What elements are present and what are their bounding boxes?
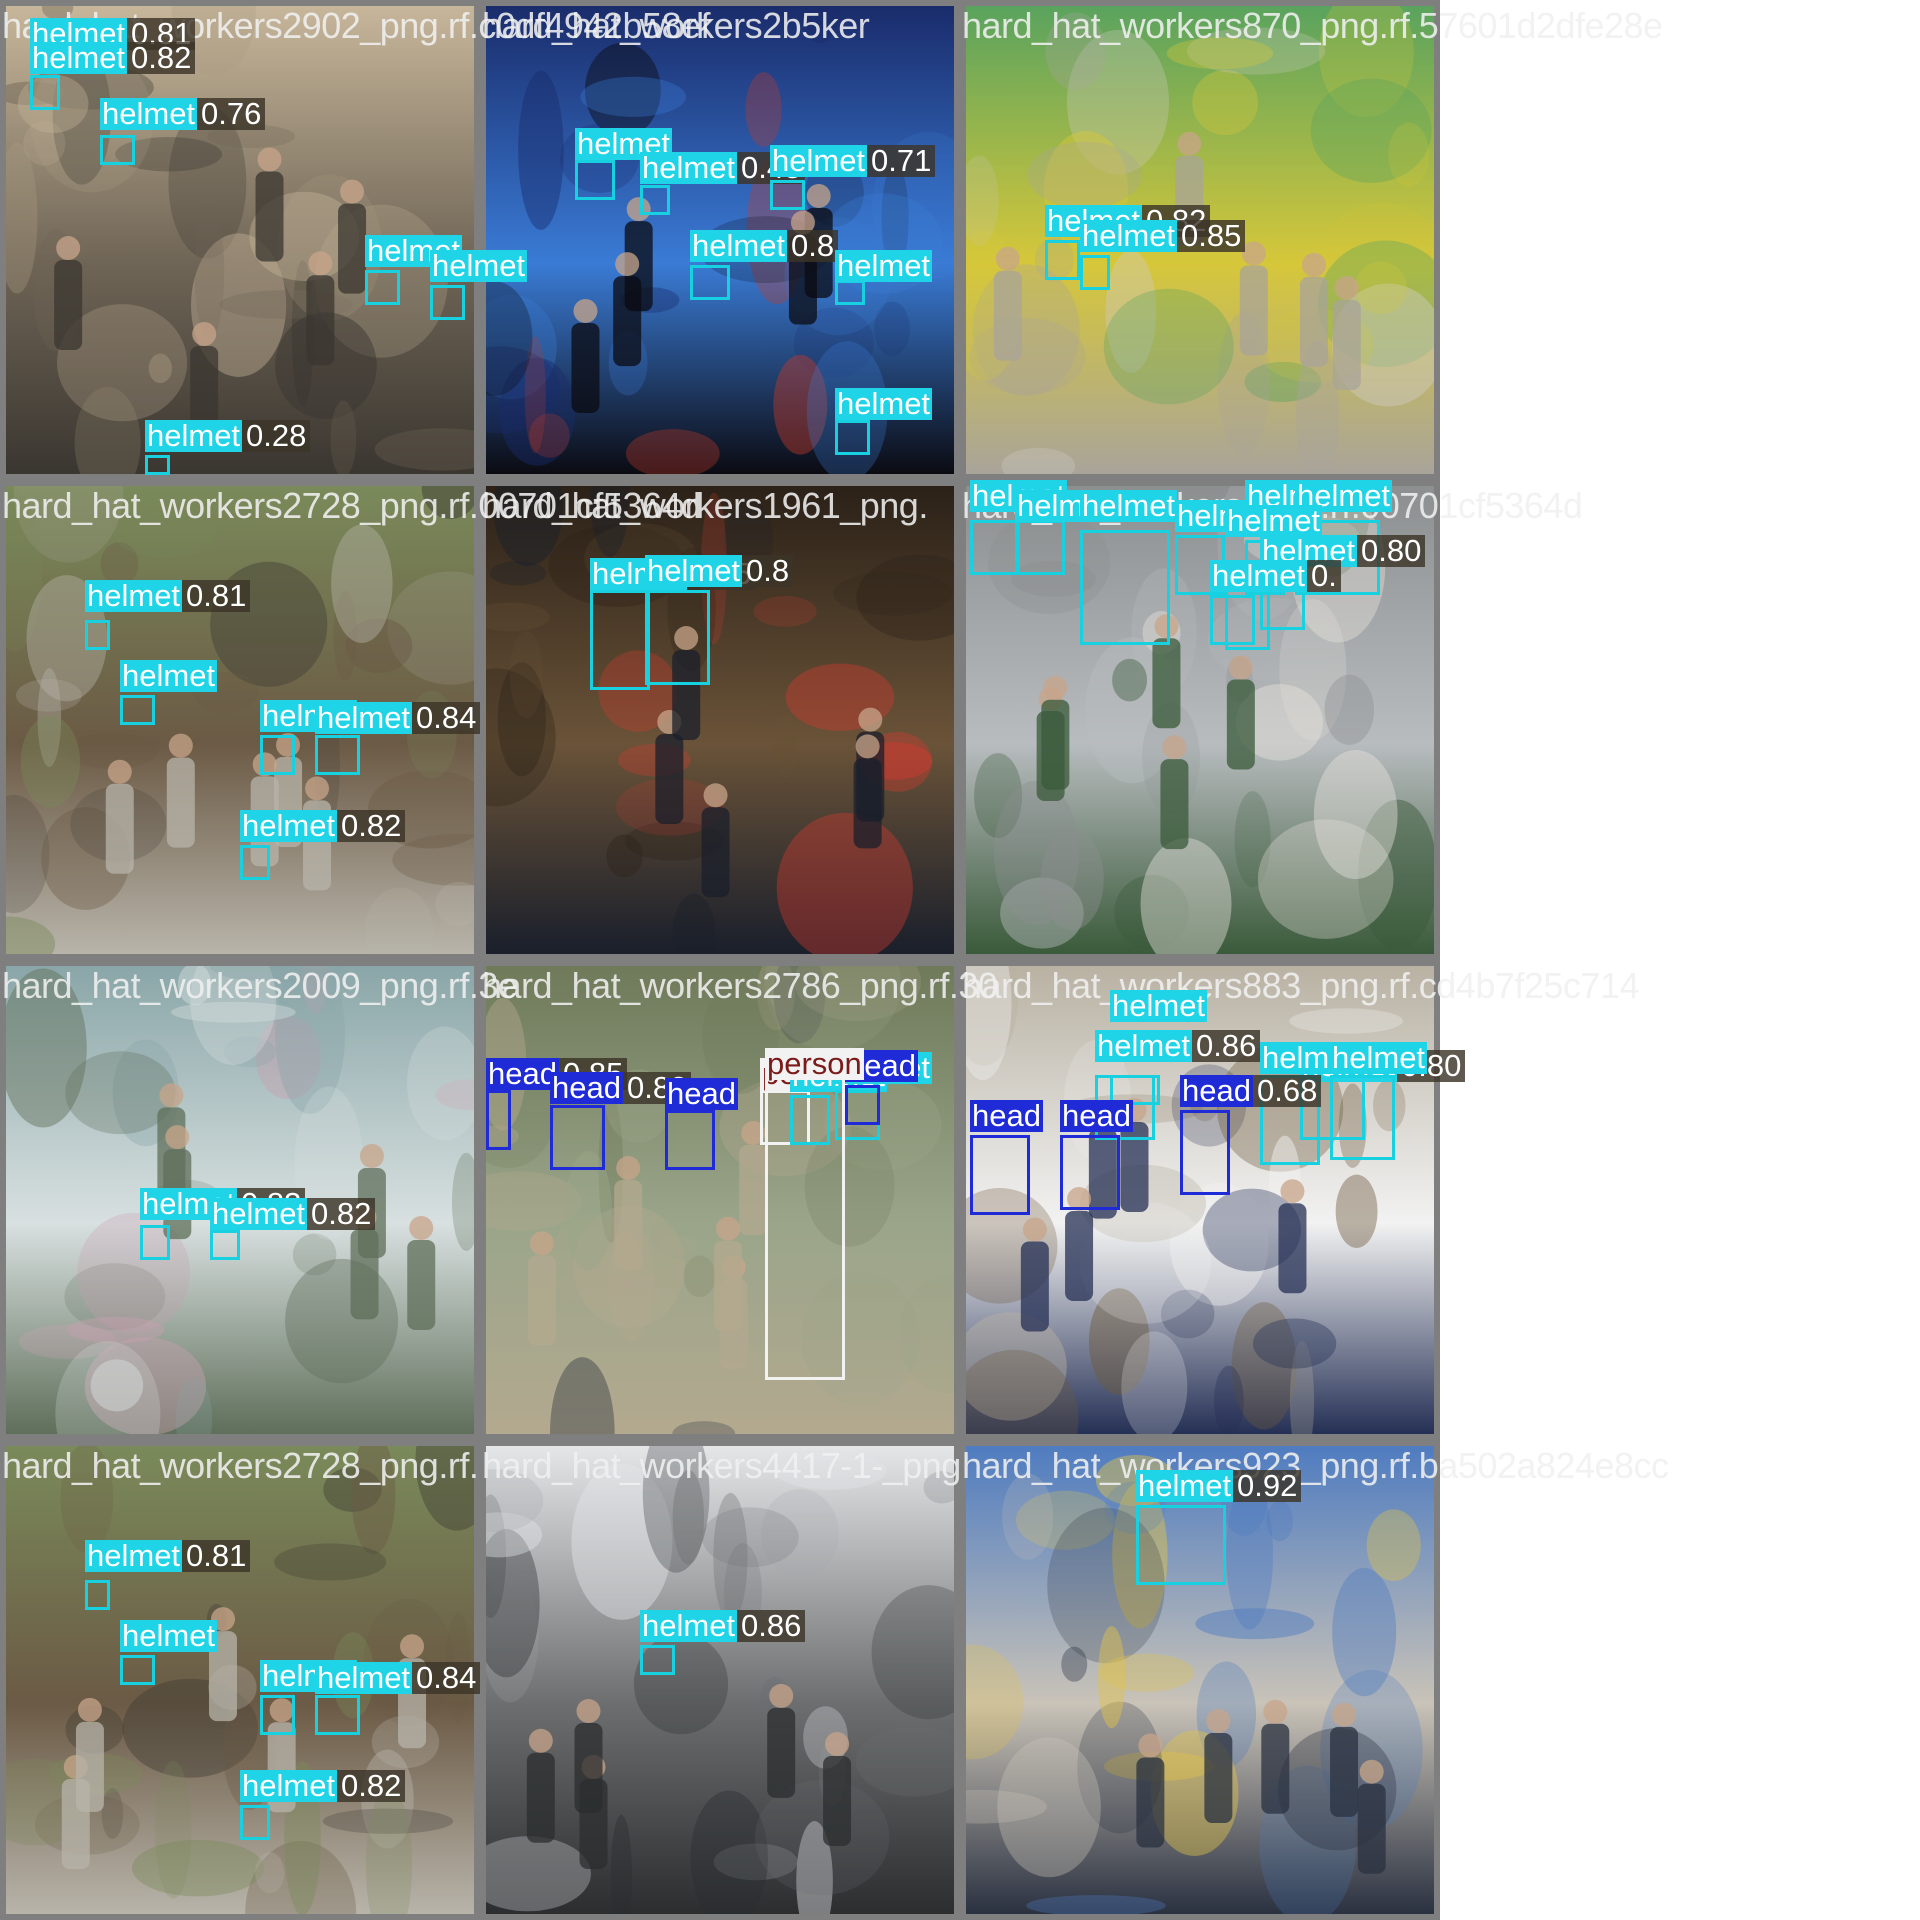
- detection-mosaic: hard_hat_workers2902_png.rf.c0df4942b58e…: [0, 0, 1669, 1920]
- photo-scene: [966, 966, 1434, 1434]
- tile-filename: hard_hat_workers2009_png.rf.3e: [2, 965, 518, 1006]
- tile: hard_hat_workers2728_png.rf. helmet 0.81 he…: [0, 1440, 481, 1920]
- tile-photo: [486, 6, 954, 474]
- tile-filename: hard_hat_workers2728_png.rf.: [2, 1445, 479, 1486]
- tile-photo: [6, 966, 474, 1434]
- tile: hard_hat_workers2902_png.rf.c0df4942b58e…: [0, 0, 711, 480]
- tile-filename: hard_hat_workers2b5ker: [482, 5, 870, 46]
- photo-scene: [486, 6, 954, 474]
- tile-filename: hard_hat_workers870_png.rf.57601d2dfe28e: [962, 5, 1663, 46]
- tile-photo: [486, 1446, 954, 1914]
- tile-photo: [966, 6, 1434, 474]
- tile: hard_hat_workers_png.rf.00701cf5364d helm…: [960, 480, 1583, 960]
- tile-photo: [6, 6, 474, 474]
- tile-photo: [486, 966, 954, 1434]
- photo-scene: [6, 966, 474, 1434]
- tile-filename: hard_hat_workers883_png.rf.cd4b7f25c714: [962, 965, 1640, 1006]
- tile-photo: [966, 1446, 1434, 1914]
- photo-scene: [966, 486, 1434, 954]
- photo-scene: [966, 1446, 1434, 1914]
- photo-scene: [6, 6, 474, 474]
- tile-photo: [966, 486, 1434, 954]
- tile-photo: [966, 966, 1434, 1434]
- tile: hard_hat_workers883_png.rf.cd4b7f25c714 h…: [960, 960, 1640, 1440]
- tile-photo: [6, 1446, 474, 1914]
- photo-scene: [486, 966, 954, 1434]
- tile: hard_hat_workers2009_png.rf.3e helmet 0.83…: [0, 960, 518, 1440]
- tile-filename: hard_hat_workers923_png.rf.ba502a824e8cc: [962, 1445, 1669, 1486]
- tile: hard_hat_workers2786_png.rf.30 head 0.85 he…: [480, 960, 998, 1440]
- photo-scene: [966, 6, 1434, 474]
- tile: hard_hat_workers2728_png.rf.00701cf5364d…: [0, 480, 701, 960]
- tile-filename: hard_hat_workers_png.rf.00701cf5364d: [962, 485, 1583, 526]
- tile: hard_hat_workers923_png.rf.ba502a824e8cc…: [960, 1440, 1669, 1920]
- tile-photo: [6, 486, 474, 954]
- tile-photo: [486, 486, 954, 954]
- tile-filename: hard_hat_workers2786_png.rf.30: [482, 965, 998, 1006]
- tile: hard_hat_workers2b5ker helmet helmet 0.45 he…: [480, 0, 960, 480]
- tile-filename: hard_hat_workers1961_png.: [482, 485, 928, 526]
- tile: hard_hat_workers870_png.rf.57601d2dfe28e…: [960, 0, 1663, 480]
- photo-scene: [6, 1446, 474, 1914]
- photo-scene: [6, 486, 474, 954]
- photo-scene: [486, 1446, 954, 1914]
- tile: hard_hat_workers1961_png. helmet 0.85 helme…: [480, 480, 960, 960]
- tile: hard_hat_workers4417-1-_png helmet 0.86: [480, 1440, 961, 1920]
- photo-scene: [486, 486, 954, 954]
- tile-filename: hard_hat_workers4417-1-_png: [482, 1445, 961, 1486]
